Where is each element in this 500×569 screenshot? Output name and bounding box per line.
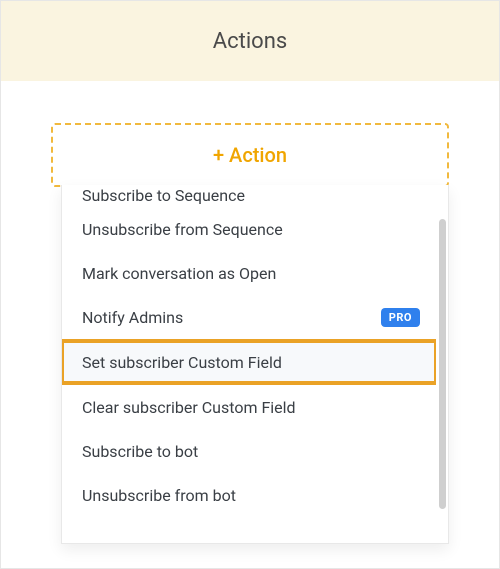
menu-item-unsubscribe-bot[interactable]: Unsubscribe from bot <box>62 473 436 517</box>
menu-item-notify-admins[interactable]: Notify Admins PRO <box>62 295 436 339</box>
action-menu: Subscribe to Sequence Unsubscribe from S… <box>62 185 436 543</box>
menu-item-label: Notify Admins <box>82 308 183 327</box>
menu-item-label: Subscribe to bot <box>82 442 198 461</box>
menu-item-label: Unsubscribe from bot <box>82 486 236 505</box>
menu-item-subscribe-bot[interactable]: Subscribe to bot <box>62 429 436 473</box>
menu-item-label: Mark conversation as Open <box>82 264 276 283</box>
add-action-label: + Action <box>213 143 287 167</box>
menu-item-set-custom-field[interactable]: Set subscriber Custom Field <box>62 339 436 385</box>
panel-body: + Action Subscribe to Sequence Unsubscri… <box>1 81 499 568</box>
menu-item-label: Unsubscribe from Sequence <box>82 220 283 239</box>
menu-item-label: Clear subscriber Custom Field <box>82 398 296 417</box>
menu-item-clear-custom-field[interactable]: Clear subscriber Custom Field <box>62 385 436 429</box>
dropdown-scrollbar[interactable] <box>436 185 448 543</box>
menu-item-label: Set subscriber Custom Field <box>82 353 282 372</box>
menu-item-mark-open[interactable]: Mark conversation as Open <box>62 251 436 295</box>
actions-panel: Actions + Action Subscribe to Sequence U… <box>0 0 500 569</box>
action-dropdown: Subscribe to Sequence Unsubscribe from S… <box>61 185 449 544</box>
add-action-button[interactable]: + Action <box>51 123 449 187</box>
panel-title: Actions <box>213 29 287 54</box>
pro-badge: PRO <box>381 308 420 327</box>
menu-item-subscribe-sequence[interactable]: Subscribe to Sequence <box>62 185 436 207</box>
menu-item-label: Subscribe to Sequence <box>82 186 245 205</box>
scrollbar-thumb[interactable] <box>439 219 446 509</box>
menu-item-unsubscribe-sequence[interactable]: Unsubscribe from Sequence <box>62 207 436 251</box>
panel-header: Actions <box>1 1 499 81</box>
